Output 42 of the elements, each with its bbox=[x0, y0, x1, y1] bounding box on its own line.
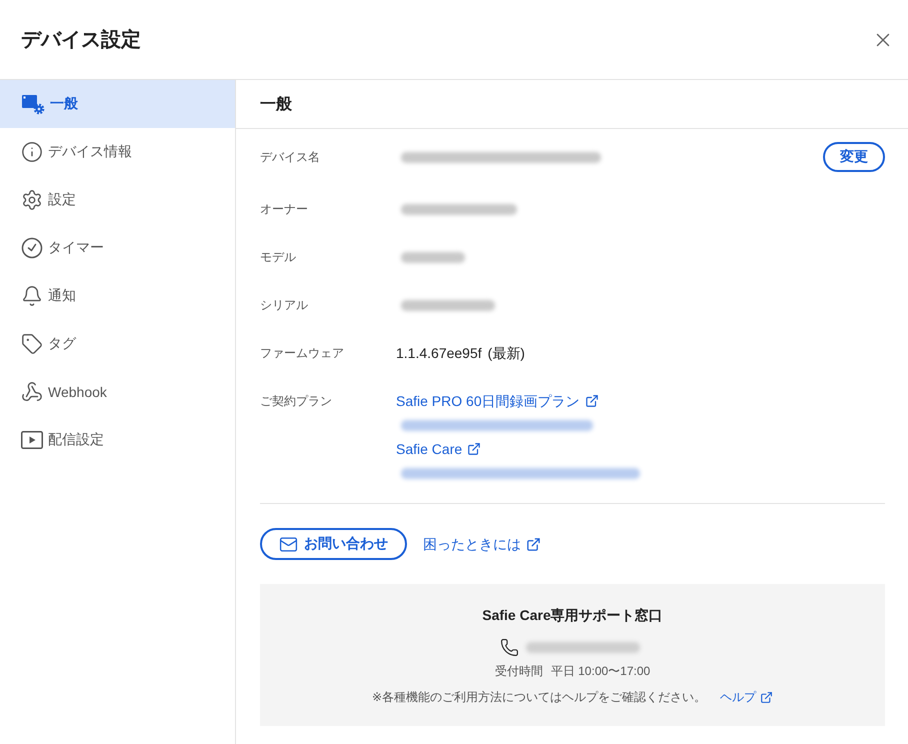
support-title: Safie Care専用サポート窓口 bbox=[482, 606, 663, 625]
tag-icon bbox=[21, 333, 43, 355]
video-play-icon bbox=[21, 431, 43, 449]
streaming-nav-item[interactable]: 配信設定 bbox=[0, 416, 235, 464]
tag-nav-item[interactable]: タグ bbox=[0, 320, 235, 368]
field-label: シリアル bbox=[260, 297, 309, 314]
field-label: ファームウェア bbox=[260, 345, 345, 362]
external-link-icon bbox=[526, 536, 541, 552]
hours-label: 受付時間 bbox=[494, 663, 543, 680]
section-title: 一般 bbox=[260, 94, 292, 114]
field-label: モデル bbox=[260, 249, 297, 266]
external-link-icon bbox=[467, 442, 482, 456]
field-label: オーナー bbox=[260, 201, 309, 218]
firmware-version: 1.1.4.67ee95f bbox=[396, 344, 482, 363]
change-button[interactable]: 変更 bbox=[823, 142, 885, 172]
help-link[interactable]: 困ったときには bbox=[423, 532, 541, 556]
dialog-title: デバイス設定 bbox=[21, 28, 141, 52]
field-label: デバイス名 bbox=[260, 149, 321, 166]
timer-nav-item[interactable]: タイマー bbox=[0, 224, 235, 272]
clock-icon bbox=[21, 237, 43, 259]
info-icon bbox=[21, 141, 43, 163]
help-note: ※各種機能のご利用方法についてはヘルプをご確認ください。 bbox=[372, 689, 706, 706]
device-info-nav-item[interactable]: デバイス情報 bbox=[0, 128, 235, 176]
plan-link[interactable]: Safie PRO 60日間録画プラン bbox=[396, 389, 599, 413]
contact-button[interactable]: お問い合わせ bbox=[260, 528, 407, 560]
webhook-icon bbox=[21, 381, 43, 403]
help-link[interactable]: ヘルプ bbox=[720, 688, 774, 706]
business-hours: 平日 10:00〜17:00 bbox=[550, 663, 650, 680]
bell-icon bbox=[21, 285, 43, 307]
field-label: ご契約プラン bbox=[260, 393, 333, 410]
settings-icon bbox=[21, 189, 43, 211]
device-settings-icon bbox=[21, 93, 45, 115]
latest-note: (最新) bbox=[488, 344, 525, 363]
mail-icon bbox=[279, 534, 298, 554]
plan-link[interactable]: Safie Care bbox=[396, 437, 482, 461]
external-link-icon bbox=[760, 690, 774, 704]
notification-nav-item[interactable]: 通知 bbox=[0, 272, 235, 320]
external-link-icon bbox=[584, 394, 599, 408]
settings-nav-item[interactable]: 設定 bbox=[0, 176, 235, 224]
webhook-nav-item[interactable]: Webhook bbox=[0, 368, 235, 416]
phone-icon bbox=[500, 638, 519, 656]
general-nav-item[interactable]: 一般 bbox=[0, 80, 235, 128]
